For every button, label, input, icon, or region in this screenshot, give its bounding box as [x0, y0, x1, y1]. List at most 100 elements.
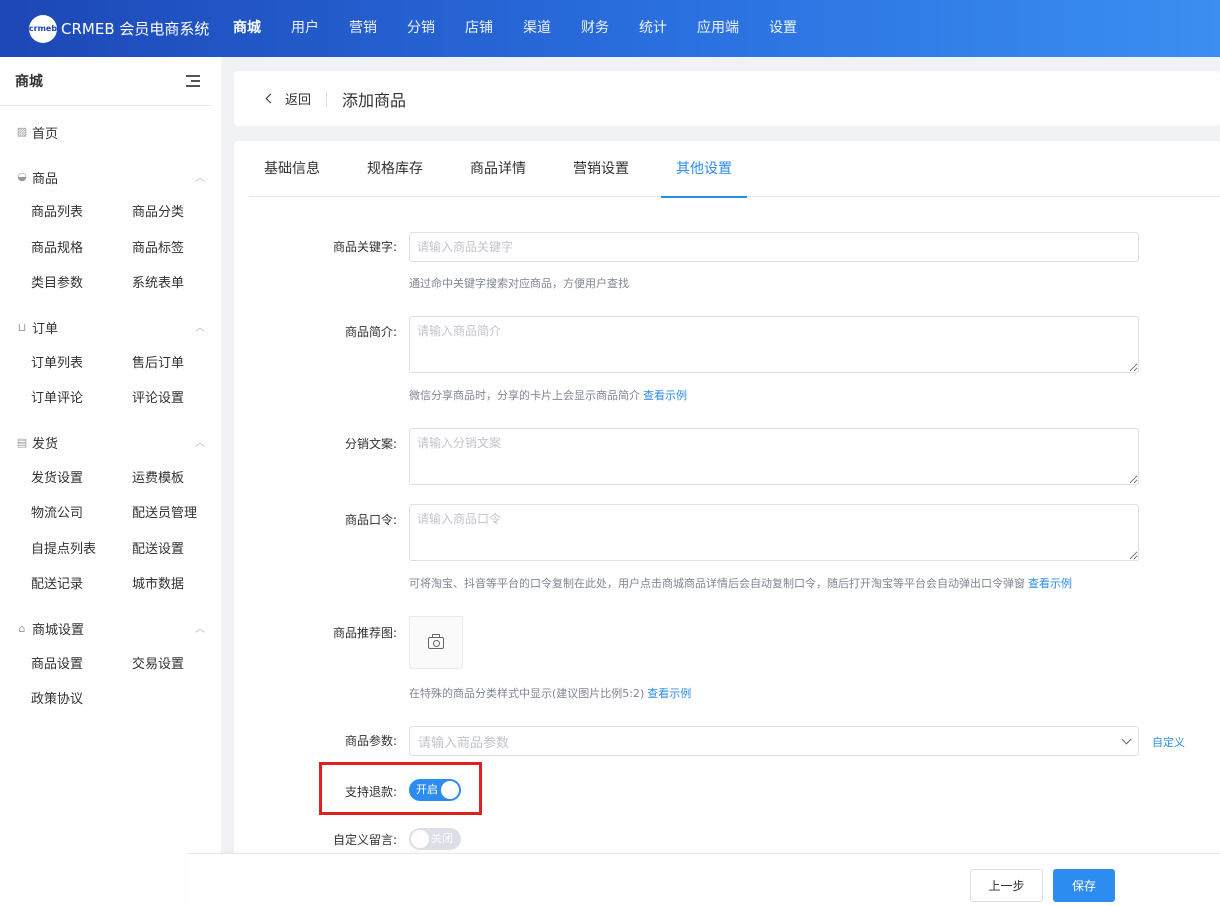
chevron-up-icon: ﹀ [195, 169, 205, 181]
dist-copy-textarea[interactable] [409, 428, 1139, 485]
basket-icon: ◒ [17, 170, 27, 183]
sidebar-group-label: 发货 [32, 437, 59, 452]
sidebar-item-system-form[interactable]: 系统表单 [132, 266, 222, 302]
chevron-up-icon: ﹀ [195, 435, 205, 446]
sidebar-item-goods-category[interactable]: 商品分类 [132, 195, 222, 231]
command-textarea[interactable] [409, 504, 1139, 561]
custom-message-toggle[interactable]: 关闭 [409, 828, 461, 850]
dist-copy-label: 分销文案: [344, 437, 397, 451]
brand[interactable]: crmeb CRMEB 会员电商系统 [0, 14, 218, 43]
highlight-annotation [319, 762, 482, 815]
sidebar-item-policy-agreement[interactable]: 政策协议 [31, 682, 132, 718]
divider [326, 90, 328, 107]
recommend-image-label: 商品推荐图: [332, 626, 397, 640]
cart-icon: ⊔ [17, 320, 27, 334]
params-select[interactable]: 请输入商品参数 [409, 726, 1139, 756]
sidebar-item-courier-management[interactable]: 配送员管理 [132, 496, 222, 532]
sidebar-group-orders[interactable]: ⊔ 订单 ﹀ [0, 310, 221, 346]
camera-icon [428, 633, 444, 649]
sidebar-item-order-reviews[interactable]: 订单评论 [31, 381, 132, 417]
box-icon: ▤ [16, 435, 28, 449]
sidebar-title: 商城 [15, 74, 43, 90]
tab-basic-info[interactable]: 基础信息 [249, 141, 335, 197]
page-header: 返回 添加商品 [234, 71, 1220, 126]
recommend-image-example-link[interactable]: 查看示例 [647, 687, 691, 700]
sidebar-header: 商城 [0, 57, 212, 106]
top-nav-bar: crmeb CRMEB 会员电商系统 商城 用户 营销 分销 店铺 渠道 财务 … [0, 0, 1220, 57]
store-icon: ⌂ [18, 621, 26, 635]
sidebar-item-city-data[interactable]: 城市数据 [132, 567, 222, 603]
intro-textarea[interactable] [409, 316, 1139, 373]
top-nav-item-channel[interactable]: 渠道 [508, 0, 566, 57]
sidebar-item-goods-spec[interactable]: 商品规格 [31, 231, 132, 267]
tab-goods-detail[interactable]: 商品详情 [455, 141, 541, 197]
chart-icon: ▨ [16, 125, 28, 138]
keyword-help: 通过命中关键字搜索对应商品，方便用户查找 [409, 277, 629, 290]
top-nav: 商城 用户 营销 分销 店铺 渠道 财务 统计 应用端 设置 [218, 0, 812, 57]
custom-params-link[interactable]: 自定义 [1152, 734, 1185, 750]
top-nav-item-marketing[interactable]: 营销 [334, 0, 392, 57]
sidebar-item-goods-list[interactable]: 商品列表 [31, 195, 132, 231]
sidebar-item-order-list[interactable]: 订单列表 [31, 346, 132, 382]
sidebar-item-logistics-company[interactable]: 物流公司 [31, 496, 132, 532]
sidebar-item-goods-tag[interactable]: 商品标签 [132, 231, 222, 267]
sidebar-item-aftersale-orders[interactable]: 售后订单 [132, 346, 222, 382]
sidebar-item-label: 首页 [32, 126, 59, 142]
sidebar-item-goods-settings[interactable]: 商品设置 [31, 647, 132, 683]
recommend-image-help: 在特殊的商品分类样式中显示(建议图片比例5:2) 查看示例 [409, 685, 691, 701]
page-title: 添加商品 [342, 90, 407, 110]
back-label: 返回 [285, 93, 312, 108]
top-nav-item-finance[interactable]: 财务 [566, 0, 624, 57]
form-footer: 上一步 保存 [187, 853, 1220, 906]
top-nav-item-settings[interactable]: 设置 [754, 0, 812, 57]
intro-example-link[interactable]: 查看示例 [643, 389, 687, 402]
tab-other-settings[interactable]: 其他设置 [661, 141, 747, 198]
sidebar-group-label: 商品 [32, 171, 59, 187]
sidebar-group-label: 商城设置 [32, 623, 85, 638]
chevron-up-icon: ﹀ [195, 621, 205, 632]
sidebar-group-goods[interactable]: ◒ 商品 ﹀ [0, 159, 221, 195]
chevron-down-icon [1121, 734, 1132, 744]
top-nav-item-mall[interactable]: 商城 [218, 0, 276, 57]
sidebar-item-trade-settings[interactable]: 交易设置 [132, 647, 222, 683]
top-nav-item-distribution[interactable]: 分销 [392, 0, 450, 57]
chevron-left-icon [265, 93, 276, 104]
sidebar-item-freight-template[interactable]: 运费模板 [132, 461, 222, 497]
keyword-label: 商品关键字: [332, 240, 397, 254]
recommend-image-help-text: 在特殊的商品分类样式中显示(建议图片比例5:2) [409, 687, 645, 700]
sidebar-group-mall-settings[interactable]: ⌂ 商城设置 ﹀ [0, 611, 221, 647]
top-nav-item-user[interactable]: 用户 [276, 0, 334, 57]
command-label: 商品口令: [344, 513, 397, 527]
sidebar-submenu-shipping: 发货设置 运费模板 物流公司 配送员管理 自提点列表 配送设置 配送记录 城市数… [0, 461, 221, 603]
collapse-menu-icon[interactable] [186, 75, 200, 87]
params-label: 商品参数: [344, 734, 397, 748]
sidebar-item-home[interactable]: ▨ 首页 [0, 114, 221, 150]
top-nav-item-statistics[interactable]: 统计 [624, 0, 682, 57]
tab-spec-stock[interactable]: 规格库存 [352, 141, 438, 197]
tab-marketing-settings[interactable]: 营销设置 [558, 141, 644, 197]
crmeb-logo: crmeb [29, 14, 57, 43]
sidebar-item-delivery-records[interactable]: 配送记录 [31, 567, 132, 603]
sidebar-submenu-orders: 订单列表 售后订单 订单评论 评论设置 [0, 346, 221, 417]
back-button[interactable]: 返回 [265, 89, 312, 108]
sidebar-item-delivery-settings[interactable]: 配送设置 [132, 532, 222, 568]
top-nav-item-store[interactable]: 店铺 [450, 0, 508, 57]
sidebar-submenu-mall-settings: 商品设置 交易设置 政策协议 [0, 647, 221, 718]
toggle-knob [411, 830, 429, 848]
sidebar-item-pickup-points[interactable]: 自提点列表 [31, 532, 132, 568]
top-nav-item-app[interactable]: 应用端 [682, 0, 754, 57]
sidebar-item-shipping-settings[interactable]: 发货设置 [31, 461, 132, 497]
keyword-input[interactable] [409, 232, 1139, 262]
command-example-link[interactable]: 查看示例 [1028, 577, 1072, 590]
intro-label: 商品简介: [344, 325, 397, 339]
save-button[interactable]: 保存 [1053, 869, 1115, 902]
sidebar-item-review-settings[interactable]: 评论设置 [132, 381, 222, 417]
previous-step-button[interactable]: 上一步 [970, 869, 1043, 902]
form-tabs: 基础信息 规格库存 商品详情 营销设置 其他设置 [249, 141, 1220, 198]
toggle-state-text: 关闭 [431, 832, 453, 845]
image-upload-button[interactable] [409, 616, 463, 669]
params-placeholder: 请输入商品参数 [418, 735, 510, 751]
sidebar-group-shipping[interactable]: ▤ 发货 ﹀ [0, 425, 221, 461]
sidebar-item-category-params[interactable]: 类目参数 [31, 266, 132, 302]
custom-message-label: 自定义留言: [332, 833, 397, 847]
